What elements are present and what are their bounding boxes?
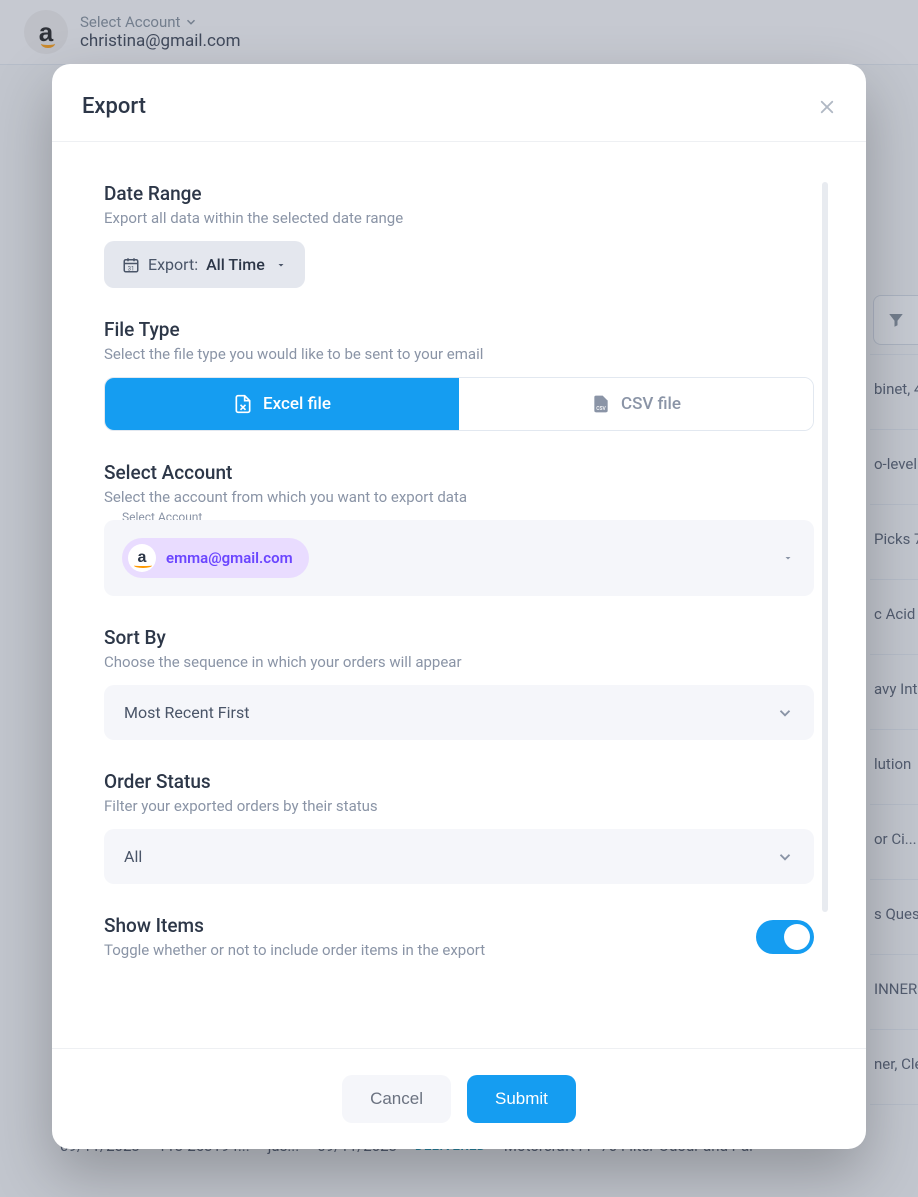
section-date-range: Date Range Export all data within the se… — [104, 182, 814, 288]
caret-down-icon — [782, 552, 794, 564]
modal-title: Export — [82, 94, 146, 119]
caret-down-icon — [275, 259, 287, 271]
section-show-items: Show Items Toggle whether or not to incl… — [104, 914, 814, 959]
close-button[interactable] — [818, 98, 836, 116]
status-value: All — [124, 847, 142, 866]
modal-footer: Cancel Submit — [52, 1048, 866, 1149]
excel-option[interactable]: Excel file — [105, 378, 459, 430]
file-type-title: File Type — [104, 318, 814, 341]
account-chip[interactable]: a emma@gmail.com — [122, 538, 309, 578]
account-chip-email: emma@gmail.com — [166, 549, 293, 567]
csv-label: CSV file — [621, 394, 681, 414]
excel-label: Excel file — [263, 394, 331, 414]
file-type-sub: Select the file type you would like to b… — [104, 345, 814, 363]
close-icon — [818, 98, 836, 116]
show-items-toggle[interactable] — [756, 920, 814, 954]
section-status: Order Status Filter your exported orders… — [104, 770, 814, 884]
account-sub: Select the account from which you want t… — [104, 488, 814, 506]
sort-title: Sort By — [104, 626, 814, 649]
excel-file-icon — [233, 393, 253, 415]
export-prefix: Export: — [148, 255, 198, 274]
calendar-icon: 31 — [122, 256, 140, 274]
sort-sub: Choose the sequence in which your orders… — [104, 653, 814, 671]
submit-button[interactable]: Submit — [467, 1075, 576, 1123]
export-modal: Export Date Range Export all data within… — [52, 64, 866, 1149]
svg-text:31: 31 — [128, 265, 135, 272]
status-sub: Filter your exported orders by their sta… — [104, 797, 814, 815]
amazon-logo-icon: a — [128, 544, 156, 572]
section-file-type: File Type Select the file type you would… — [104, 318, 814, 431]
date-range-selector[interactable]: 31 Export: All Time — [104, 241, 305, 288]
csv-option[interactable]: CSV CSV file — [459, 378, 813, 430]
account-selector[interactable]: a emma@gmail.com — [104, 520, 814, 596]
chevron-down-icon — [776, 848, 794, 866]
status-selector[interactable]: All — [104, 829, 814, 884]
svg-text:CSV: CSV — [596, 406, 606, 412]
show-items-title: Show Items — [104, 914, 485, 937]
scrollbar[interactable] — [822, 182, 828, 912]
status-title: Order Status — [104, 770, 814, 793]
sort-value: Most Recent First — [124, 703, 249, 722]
dropdown-caret — [782, 552, 794, 564]
date-range-value: All Time — [206, 255, 265, 274]
modal-body: Date Range Export all data within the se… — [52, 142, 866, 1048]
file-type-toggle: Excel file CSV CSV file — [104, 377, 814, 431]
chevron-down-icon — [776, 704, 794, 722]
toggle-knob — [784, 924, 810, 950]
date-range-title: Date Range — [104, 182, 814, 205]
section-sort: Sort By Choose the sequence in which you… — [104, 626, 814, 740]
csv-file-icon: CSV — [591, 393, 611, 415]
modal-header: Export — [52, 64, 866, 142]
account-title: Select Account — [104, 461, 814, 484]
sort-selector[interactable]: Most Recent First — [104, 685, 814, 740]
section-account: Select Account Select the account from w… — [104, 461, 814, 596]
date-range-sub: Export all data within the selected date… — [104, 209, 814, 227]
cancel-button[interactable]: Cancel — [342, 1075, 451, 1123]
show-items-sub: Toggle whether or not to include order i… — [104, 941, 485, 959]
